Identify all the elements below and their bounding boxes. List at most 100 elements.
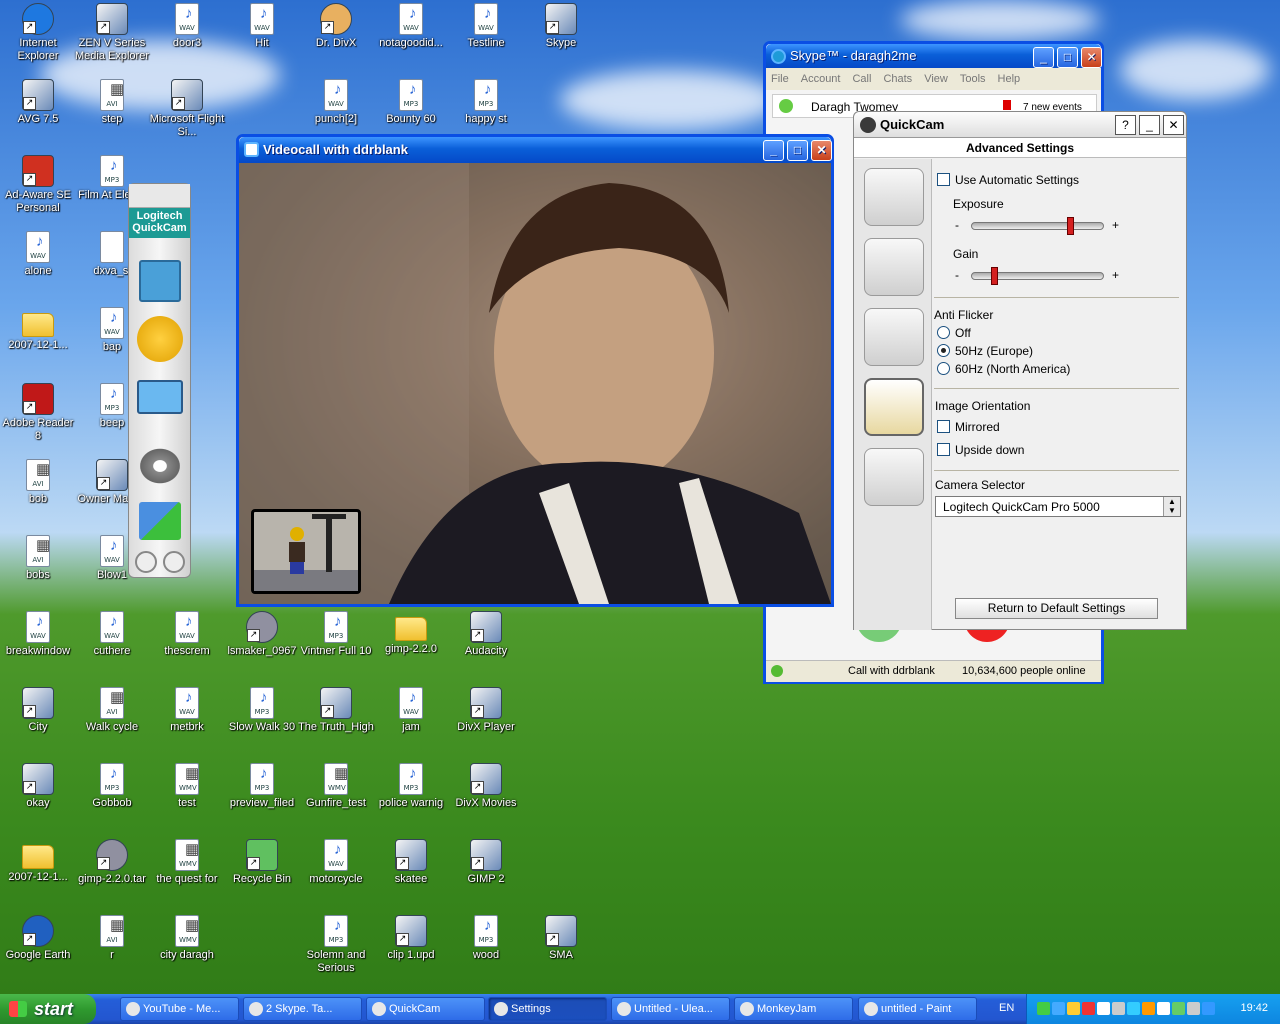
effects-masks-icon[interactable] [137,316,183,362]
desktop-icon[interactable]: Ad-Aware SE Personal [0,155,76,215]
desktop-icon[interactable]: Recycle Bin [224,839,300,886]
online-icon[interactable] [771,665,783,677]
tray-icon[interactable] [1052,1002,1065,1015]
clock[interactable]: 19:42 [1240,1002,1268,1014]
taskbar-button[interactable]: Untitled - Ulea... [611,997,730,1021]
quickcam-window[interactable]: QuickCam ? _ ✕ Advanced Settings Use Aut… [853,111,1187,630]
desktop-icon[interactable]: ♪ MP3 Solemn and Serious [298,915,374,975]
exposure-slider[interactable] [971,217,1104,235]
desktop-icon[interactable]: Microsoft Flight Si... [149,79,225,139]
tray-icon[interactable] [1112,1002,1125,1015]
minimize-button[interactable]: _ [763,140,784,161]
desktop-icon[interactable]: ▦ AVI Walk cycle [74,687,150,734]
tray-icon[interactable] [1172,1002,1185,1015]
status-icon[interactable] [779,99,793,113]
advanced-settings-tab-icon[interactable] [864,378,924,436]
eye-tab-icon[interactable] [864,308,924,366]
desktop-icon[interactable]: ZEN V Series Media Explorer [74,3,150,63]
desktop-icon[interactable]: ▦ AVI step [74,79,150,126]
desktop-icon[interactable]: skatee [373,839,449,886]
desktop-icon[interactable]: lsmaker_0967 [224,611,300,658]
taskbar-button[interactable]: QuickCam [366,997,485,1021]
language-indicator[interactable]: EN [999,1002,1014,1014]
desktop-icon[interactable]: gimp-2.2.0.tar [74,839,150,886]
minimize-button[interactable]: _ [1033,47,1054,68]
desktop-icon[interactable]: 2007-12-1... [0,307,76,352]
desktop-icon[interactable]: Skype [523,3,599,50]
maximize-button[interactable]: □ [1057,47,1078,68]
desktop-icon[interactable]: City [0,687,76,734]
desktop-icon[interactable]: ♪ WAV Hit [224,3,300,50]
close-button[interactable]: ✕ [811,140,832,161]
taskbar-button[interactable]: YouTube - Me... [120,997,239,1021]
desktop-icon[interactable]: ♪ WAV thescrem [149,611,225,658]
desktop-icon[interactable]: Dr. DivX [298,3,374,50]
desktop-icon[interactable]: ♪ WAV alone [0,231,76,278]
contacts-swap-icon[interactable] [139,502,181,540]
desktop-icon[interactable]: Internet Explorer [0,3,76,63]
tray-icon[interactable] [1142,1002,1155,1015]
quickcam-title-bar[interactable]: QuickCam ? _ ✕ [854,112,1186,138]
start-button[interactable]: start [0,994,96,1024]
desktop-icon[interactable]: ♪ MP3 preview_filed [224,763,300,810]
gears-icon[interactable] [137,446,183,486]
desktop-icon[interactable]: ♪ MP3 Slow Walk 30 [224,687,300,734]
tray-icon[interactable] [1082,1002,1095,1015]
desktop-icon[interactable]: The Truth_High [298,687,374,734]
desktop-icon[interactable]: ♪ WAV breakwindow [0,611,76,658]
taskbar-button[interactable]: MonkeyJam [734,997,853,1021]
desktop-icon[interactable]: ♪ MP3 Bounty 60 [373,79,449,126]
tray-icon[interactable] [1037,1002,1050,1015]
tray-icon[interactable] [1202,1002,1215,1015]
self-view[interactable] [251,509,361,594]
close-button[interactable]: ✕ [1081,47,1102,68]
desktop-icon[interactable]: DivX Movies [448,763,524,810]
webcam-tab-icon[interactable] [864,168,924,226]
taskbar-button[interactable]: Settings [488,997,607,1021]
tray-icon[interactable] [1157,1002,1170,1015]
desktop-icon[interactable]: ♪ WAV punch[2] [298,79,374,126]
desktop-icon[interactable]: ♪ MP3 Gobbob [74,763,150,810]
help-button[interactable]: ? [1115,115,1136,135]
desktop-icon[interactable]: ▦ WMV city daragh [149,915,225,962]
tray-icon[interactable] [1127,1002,1140,1015]
menu-item[interactable]: Help [998,73,1021,85]
close-button[interactable]: ✕ [1163,115,1184,135]
video-capture-icon[interactable] [139,260,181,302]
camera-select[interactable]: Logitech QuickCam Pro 5000 ▲ ▼ [935,496,1181,517]
tray-icon[interactable] [1097,1002,1110,1015]
menu-item[interactable]: Call [852,73,871,85]
desktop-icon[interactable]: ♪ MP3 Vintner Full 10 [298,611,374,658]
gain-slider[interactable] [971,267,1104,285]
desktop-icon[interactable]: SMA [523,915,599,962]
menu-item[interactable]: Account [801,73,841,85]
maximize-button[interactable]: □ [787,140,808,161]
desktop-icon[interactable]: ♪ MP3 wood [448,915,524,962]
desktop-icon[interactable]: ♪ WAV Testline [448,3,524,50]
desktop-icon[interactable]: ▦ AVI bob [0,459,76,506]
desktop-icon[interactable]: DivX Player [448,687,524,734]
list-settings-tab-icon[interactable] [864,448,924,506]
desktop-icon[interactable]: Google Earth [0,915,76,962]
antiflicker-radio[interactable] [937,362,950,375]
logitech-toolbar[interactable]: Logitech QuickCam [128,183,191,578]
minimize-button[interactable]: _ [1139,115,1160,135]
upside-down-checkbox[interactable] [937,443,950,456]
desktop-icon[interactable]: ♪ WAV motorcycle [298,839,374,886]
desktop-icon[interactable]: ♪ WAV jam [373,687,449,734]
desktop-icon[interactable]: ♪ MP3 police warnig [373,763,449,810]
antiflicker-radio[interactable] [937,326,950,339]
microphone-tab-icon[interactable] [864,238,924,296]
link-icon[interactable] [135,551,157,573]
menu-item[interactable]: Chats [883,73,912,85]
tray-icon[interactable] [1067,1002,1080,1015]
desktop-icon[interactable]: clip 1.upd [373,915,449,962]
desktop-icon[interactable]: ♪ WAV notagoodid... [373,3,449,50]
menu-item[interactable]: View [924,73,948,85]
menu-item[interactable]: Tools [960,73,986,85]
taskbar-button[interactable]: untitled - Paint [858,997,977,1021]
tray-icon[interactable] [1187,1002,1200,1015]
desktop-icon[interactable]: Audacity [448,611,524,658]
taskbar-button[interactable]: 2 Skype. Ta... [243,997,362,1021]
select-arrows-icon[interactable]: ▲ ▼ [1163,497,1180,516]
